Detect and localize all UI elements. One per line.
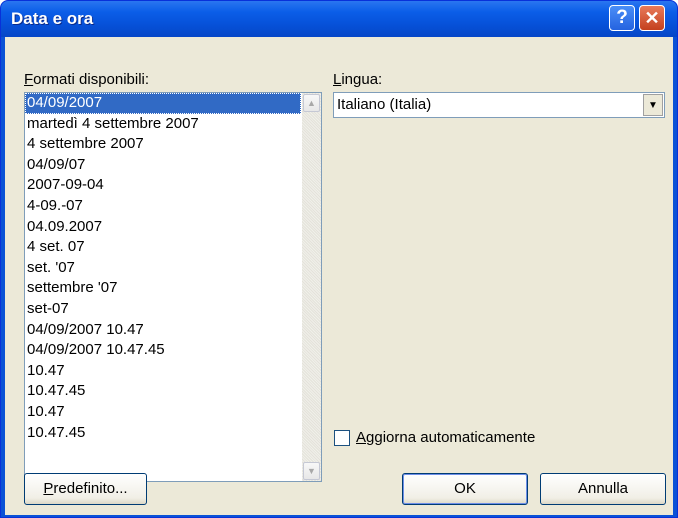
language-label: Lingua: <box>333 71 383 88</box>
format-item[interactable]: 04.09.2007 <box>25 217 301 238</box>
ok-button[interactable]: OK <box>402 473 528 505</box>
format-item[interactable]: 10.47 <box>25 402 301 423</box>
window-title: Data e ora <box>11 9 94 28</box>
format-item[interactable]: 04/09/07 <box>25 155 301 176</box>
language-value: Italiano (Italia) <box>337 96 432 113</box>
auto-update-label[interactable]: Aggiorna automaticamente <box>356 429 535 446</box>
format-item[interactable]: set. '07 <box>25 258 301 279</box>
help-button[interactable]: ? <box>609 5 635 31</box>
scroll-up-button[interactable]: ▲ <box>303 94 320 112</box>
cancel-button[interactable]: Annulla <box>540 473 666 505</box>
format-list: 04/09/2007 martedì 4 settembre 2007 4 sett… <box>25 93 301 443</box>
auto-update-checkbox[interactable] <box>334 430 350 446</box>
dialog-body: Formati disponibili: 04/09/2007 martedì 4… <box>5 37 673 515</box>
format-item[interactable]: 4 set. 07 <box>25 237 301 258</box>
close-icon: ✕ <box>644 8 660 28</box>
vertical-scrollbar[interactable]: ▲ ▼ <box>302 93 321 481</box>
language-combobox[interactable]: Italiano (Italia) ▼ <box>333 92 665 118</box>
format-item[interactable]: 04/09/2007 <box>25 93 301 114</box>
scroll-down-button[interactable]: ▼ <box>303 462 320 480</box>
format-item[interactable]: 2007-09-04 <box>25 175 301 196</box>
format-item[interactable]: 10.47.45 <box>25 423 301 444</box>
language-dropdown-button[interactable]: ▼ <box>643 94 663 116</box>
dialog-window: Data e ora ? ✕ Formati disponibili: 04/0… <box>0 0 678 518</box>
default-button[interactable]: Predefinito... <box>24 473 147 505</box>
scroll-down-icon: ▼ <box>307 466 316 476</box>
format-item[interactable]: 4 settembre 2007 <box>25 134 301 155</box>
format-item[interactable]: settembre '07 <box>25 278 301 299</box>
close-button[interactable]: ✕ <box>639 5 665 31</box>
format-item[interactable]: 10.47 <box>25 361 301 382</box>
format-item[interactable]: 04/09/2007 10.47.45 <box>25 340 301 361</box>
format-item[interactable]: 04/09/2007 10.47 <box>25 320 301 341</box>
format-item[interactable]: martedì 4 settembre 2007 <box>25 114 301 135</box>
help-icon: ? <box>616 7 628 28</box>
format-item[interactable]: set-07 <box>25 299 301 320</box>
format-item[interactable]: 4-09.-07 <box>25 196 301 217</box>
scroll-up-icon: ▲ <box>307 98 316 108</box>
formats-label: Formati disponibili: <box>24 71 150 88</box>
format-item[interactable]: 10.47.45 <box>25 381 301 402</box>
title-bar[interactable]: Data e ora ? ✕ <box>1 1 677 37</box>
chevron-down-icon: ▼ <box>648 100 658 111</box>
formats-listbox[interactable]: 04/09/2007 martedì 4 settembre 2007 4 sett… <box>24 92 322 482</box>
